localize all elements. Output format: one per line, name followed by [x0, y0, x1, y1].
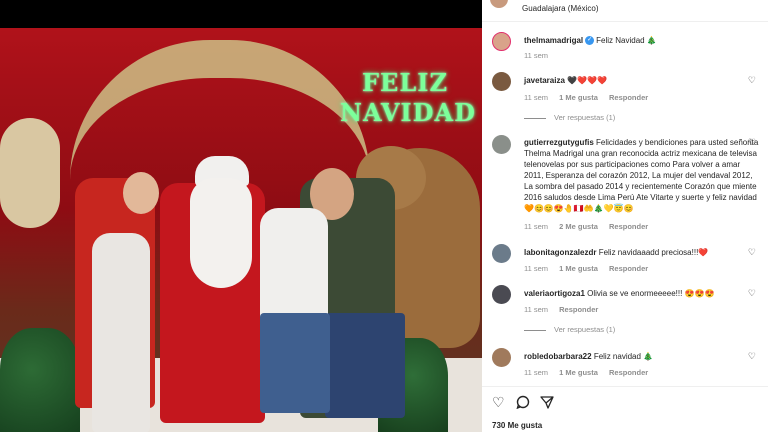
comment-likes[interactable]: 1 Me gusta — [559, 264, 598, 273]
sign-line-2: NAVIDAD — [340, 98, 476, 127]
comment-body: labonitagonzalezdr Feliz navidaaadd prec… — [524, 247, 760, 258]
sign-line-1: FELIZ — [362, 68, 448, 97]
person-mother-head — [123, 172, 159, 214]
post-actions: ♡ 730 Me gusta — [482, 386, 768, 432]
replies-divider — [524, 117, 546, 119]
comment-text: Feliz navidaaadd preciosa!!!❤️ — [598, 248, 709, 257]
avatar[interactable] — [492, 32, 511, 51]
comment-like-icon[interactable]: ♡ — [748, 137, 756, 148]
comment-meta: 11 sem Responder — [524, 304, 607, 315]
comment-text: Olivia se ve enormeeeee!!! 😍😍😍 — [587, 289, 715, 298]
comment-item: labonitagonzalezdr Feliz navidaaadd prec… — [482, 244, 768, 274]
caption-meta: 11 sem — [524, 50, 557, 61]
avatar[interactable] — [492, 72, 511, 91]
caption-text: Feliz Navidad 🎄 — [596, 36, 657, 45]
comment-username[interactable]: robledobarbara22 — [524, 352, 592, 361]
comment-username[interactable]: javetaraiza — [524, 76, 565, 85]
replies-divider — [524, 329, 546, 331]
comment-likes[interactable]: 2 Me gusta — [559, 222, 598, 231]
person-girl — [92, 233, 150, 432]
comment-item: valeriaortigoza1 Olivia se ve enormeeeee… — [482, 285, 768, 335]
comment-item: javetaraiza 🖤❤️❤️❤️ ♡ 11 sem 1 Me gusta … — [482, 72, 768, 124]
comment-username[interactable]: valeriaortigoza1 — [524, 289, 585, 298]
reply-button[interactable]: Responder — [609, 264, 648, 273]
comment-meta: 11 sem 2 Me gusta Responder — [524, 221, 657, 232]
comment-meta: 11 sem 1 Me gusta Responder — [524, 367, 657, 378]
comment-body: robledobarbara22 Feliz navidad 🎄 — [524, 351, 760, 362]
comment-time[interactable]: 11 sem — [524, 93, 548, 102]
caption-time[interactable]: 11 sem — [524, 51, 548, 60]
heart-outline-icon[interactable]: ♡ — [492, 395, 505, 409]
comment-username[interactable]: labonitagonzalezdr — [524, 248, 596, 257]
comment-username[interactable]: gutierrezgutygufis — [524, 138, 594, 147]
comment-text: Feliz navidad 🎄 — [593, 352, 654, 361]
view-replies-label: Ver respuestas (1) — [554, 113, 616, 122]
comment-item: robledobarbara22 Feliz navidad 🎄 ♡ 11 se… — [482, 348, 768, 378]
location-link[interactable]: Guadalajara (México) — [522, 3, 598, 14]
comment-text: Felicidades y bendiciones para usted señ… — [524, 138, 759, 213]
reply-button[interactable]: Responder — [609, 222, 648, 231]
avatar[interactable] — [492, 244, 511, 263]
caption-body: thelmamadrigal ✓ Feliz Navidad 🎄 — [524, 35, 760, 46]
comment-time[interactable]: 11 sem — [524, 222, 548, 231]
comment-meta: 11 sem 1 Me gusta Responder — [524, 92, 657, 103]
comment-body: valeriaortigoza1 Olivia se ve enormeeeee… — [524, 288, 760, 299]
comment-icon[interactable] — [516, 395, 530, 411]
comments-panel: Guadalajara (México) thelmamadrigal ✓ Feli… — [482, 0, 768, 432]
post-photo[interactable]: FELIZ NAVIDAD — [0, 28, 482, 432]
comment-likes[interactable]: 1 Me gusta — [559, 93, 598, 102]
person-father-jeans — [325, 313, 405, 418]
comment-text: 🖤❤️❤️❤️ — [567, 76, 607, 85]
post-header: Guadalajara (México) — [482, 0, 768, 22]
comment-time[interactable]: 11 sem — [524, 305, 548, 314]
santa-beard — [190, 178, 252, 288]
comment-like-icon[interactable]: ♡ — [748, 288, 756, 299]
comment-like-icon[interactable]: ♡ — [748, 351, 756, 362]
teddy-bear-left — [0, 118, 60, 228]
reply-button[interactable]: Responder — [559, 305, 598, 314]
avatar[interactable] — [492, 348, 511, 367]
view-replies-button[interactable]: Ver respuestas (1) — [524, 324, 615, 335]
comment-item: gutierrezgutygufis Felicidades y bendici… — [482, 135, 768, 231]
share-icon[interactable] — [540, 395, 554, 411]
comment-like-icon[interactable]: ♡ — [748, 247, 756, 258]
likes-count[interactable]: 730 Me gusta — [492, 420, 542, 431]
caption-username[interactable]: thelmamadrigal — [524, 36, 583, 45]
view-replies-button[interactable]: Ver respuestas (1) — [524, 112, 615, 123]
avatar[interactable] — [492, 285, 511, 304]
comment-time[interactable]: 11 sem — [524, 368, 548, 377]
comment-body: gutierrezgutygufis Felicidades y bendici… — [524, 137, 760, 214]
comment-body: javetaraiza 🖤❤️❤️❤️ — [524, 75, 760, 86]
comment-like-icon[interactable]: ♡ — [748, 75, 756, 86]
person-boy-jeans — [260, 313, 330, 413]
avatar[interactable] — [492, 135, 511, 154]
reply-button[interactable]: Responder — [609, 93, 648, 102]
caption: thelmamadrigal ✓ Feliz Navidad 🎄 11 sem — [482, 32, 768, 62]
view-replies-label: Ver respuestas (1) — [554, 325, 616, 334]
comment-time[interactable]: 11 sem — [524, 264, 548, 273]
poinsettia-left — [0, 328, 80, 432]
verified-badge-icon: ✓ — [585, 36, 595, 46]
comment-likes[interactable]: 1 Me gusta — [559, 368, 598, 377]
feliz-navidad-sign: FELIZ NAVIDAD — [340, 68, 476, 134]
author-avatar[interactable] — [490, 0, 508, 8]
comment-meta: 11 sem 1 Me gusta Responder — [524, 263, 657, 274]
reply-button[interactable]: Responder — [609, 368, 648, 377]
